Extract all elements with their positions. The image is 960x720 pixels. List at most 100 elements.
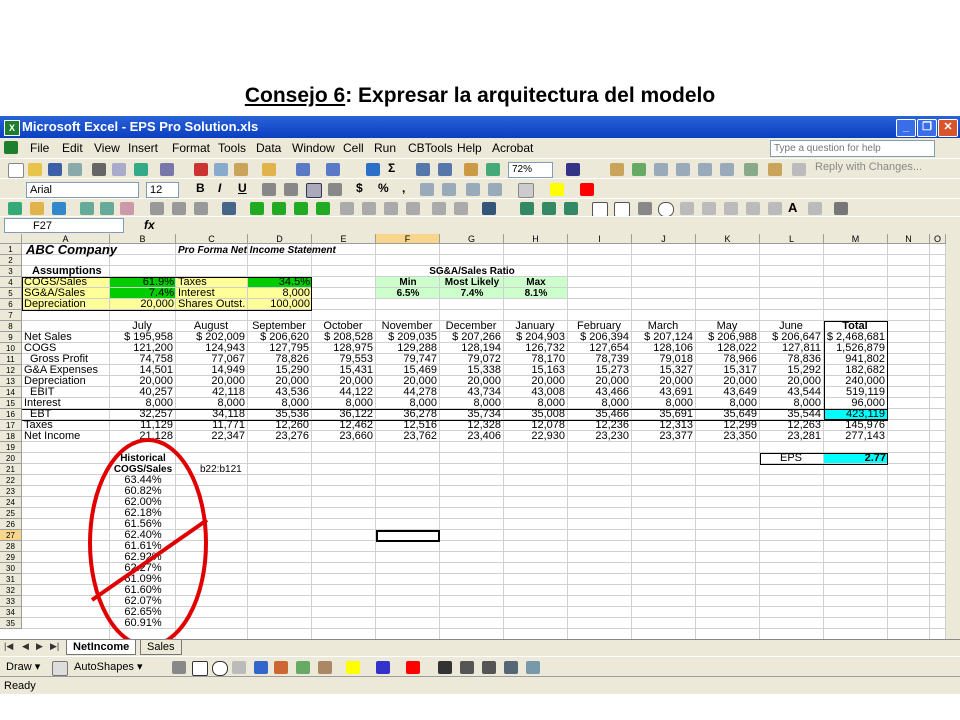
- menu-data[interactable]: Data: [256, 138, 281, 158]
- image-tool-icon[interactable]: [768, 202, 782, 215]
- toolbar-icon-2[interactable]: [632, 163, 646, 176]
- percent-button[interactable]: %: [378, 181, 389, 195]
- autosum-icon[interactable]: Σ: [388, 161, 395, 175]
- menu-cbtools[interactable]: CBTools: [408, 138, 453, 158]
- line-color-icon[interactable]: [376, 661, 390, 674]
- line-style-icon[interactable]: [438, 661, 452, 674]
- sheet-tool-icon-2[interactable]: [172, 202, 186, 215]
- run-icon[interactable]: [250, 202, 264, 215]
- label-tool-icon[interactable]: [614, 202, 630, 217]
- decrease-decimal-icon[interactable]: [442, 183, 456, 196]
- menu-view[interactable]: View: [94, 138, 120, 158]
- toolbar-icon-4[interactable]: [676, 163, 690, 176]
- chart-picture2-icon[interactable]: [100, 202, 114, 215]
- spelling-icon[interactable]: [134, 163, 148, 176]
- undo-icon[interactable]: [296, 163, 310, 176]
- autoshapes-menu[interactable]: AutoShapes ▾: [74, 657, 143, 677]
- vertical-scrollbar[interactable]: [946, 234, 960, 639]
- bold-button[interactable]: B: [196, 181, 205, 195]
- insert-function-icon[interactable]: fx: [144, 218, 155, 232]
- 3d-icon[interactable]: [526, 661, 540, 674]
- step-back-icon[interactable]: [316, 202, 330, 215]
- excel-icon[interactable]: X: [4, 120, 20, 136]
- chart-wizard-icon[interactable]: [464, 163, 478, 176]
- chart-area-icon[interactable]: [8, 202, 22, 215]
- permission-icon[interactable]: [68, 163, 82, 176]
- sim-tool-icon-6[interactable]: [454, 202, 468, 215]
- drawing-icon[interactable]: [486, 163, 500, 176]
- open-icon[interactable]: [28, 163, 42, 176]
- toolbar-icon-7[interactable]: [744, 163, 758, 176]
- redo-icon[interactable]: [326, 163, 340, 176]
- comma-button[interactable]: ,: [402, 181, 405, 195]
- menu-format[interactable]: Format: [172, 138, 210, 158]
- sort-ascending-icon[interactable]: [416, 163, 430, 176]
- sim-tool-icon-1[interactable]: [340, 202, 354, 215]
- paste-icon[interactable]: [234, 163, 248, 176]
- new-icon[interactable]: [8, 163, 24, 178]
- oval-icon[interactable]: [212, 661, 228, 676]
- toolbar-icon-6[interactable]: [720, 163, 734, 176]
- chart-bars-icon[interactable]: [52, 202, 66, 215]
- font-color-icon[interactable]: [580, 183, 594, 196]
- menu-edit[interactable]: Edit: [62, 138, 83, 158]
- frame-tool-icon[interactable]: [808, 202, 822, 215]
- minimize-button[interactable]: _: [896, 119, 916, 137]
- checkbox-tool-icon[interactable]: [592, 202, 608, 217]
- help-icon[interactable]: [566, 163, 580, 176]
- italic-button[interactable]: I: [218, 181, 221, 195]
- help-search-input[interactable]: Type a question for help: [770, 140, 935, 157]
- arrow-style-icon[interactable]: [482, 661, 496, 674]
- menu-tools[interactable]: Tools: [218, 138, 246, 158]
- step-forward-icon[interactable]: [272, 202, 286, 215]
- clipart-icon[interactable]: [296, 661, 310, 674]
- print-preview-icon[interactable]: [112, 163, 126, 176]
- form-tool-icon-3[interactable]: [564, 202, 578, 215]
- line-icon[interactable]: [172, 661, 186, 674]
- underline-button[interactable]: U: [238, 181, 247, 195]
- sheet-tool-icon-3[interactable]: [194, 202, 208, 215]
- research-icon[interactable]: [160, 163, 174, 176]
- textbox-icon[interactable]: [232, 661, 246, 674]
- sheet-tool-icon-4[interactable]: [222, 202, 236, 215]
- save-icon[interactable]: [48, 163, 62, 176]
- draw-menu[interactable]: Draw ▾: [6, 657, 40, 677]
- decrease-indent-icon[interactable]: [466, 183, 480, 196]
- cut-icon[interactable]: [194, 163, 208, 176]
- reply-with-changes-button[interactable]: Reply with Changes...: [815, 161, 922, 173]
- sim-tool-icon-3[interactable]: [384, 202, 398, 215]
- toolbar-icon-9[interactable]: [792, 163, 806, 176]
- copy-icon[interactable]: [214, 163, 228, 176]
- chart-picture-icon[interactable]: [80, 202, 94, 215]
- tab-sales[interactable]: Sales: [140, 640, 182, 655]
- sim-tool-icon-4[interactable]: [406, 202, 420, 215]
- workbook-icon[interactable]: [4, 141, 18, 154]
- sim-tool-icon-2[interactable]: [362, 202, 376, 215]
- form-tool-icon-1[interactable]: [520, 202, 534, 215]
- menu-insert[interactable]: Insert: [128, 138, 158, 158]
- tab-netincome[interactable]: NetIncome: [66, 640, 137, 655]
- spinner-tool-icon[interactable]: [746, 202, 760, 215]
- name-box[interactable]: F27: [4, 218, 124, 233]
- form-tool-icon-2[interactable]: [542, 202, 556, 215]
- diagram-icon[interactable]: [274, 661, 288, 674]
- picture-icon[interactable]: [318, 661, 332, 674]
- last-sheet-arrow-icon[interactable]: ▶|: [50, 641, 59, 652]
- select-objects-icon[interactable]: [52, 661, 68, 676]
- menu-window[interactable]: Window: [292, 138, 335, 158]
- sheet-tool-icon-1[interactable]: [150, 202, 164, 215]
- properties-tool-icon[interactable]: [834, 202, 848, 215]
- prev-sheet-arrow-icon[interactable]: ◀: [22, 641, 29, 652]
- toolbar-icon-3[interactable]: [654, 163, 668, 176]
- font-select[interactable]: Arial: [26, 182, 139, 198]
- menu-help[interactable]: Help: [457, 138, 482, 158]
- dash-style-icon[interactable]: [460, 661, 474, 674]
- sort-descending-icon[interactable]: [438, 163, 452, 176]
- draw-font-color-icon[interactable]: [406, 661, 420, 674]
- close-button[interactable]: ✕: [938, 119, 958, 137]
- rewind-icon[interactable]: [294, 202, 308, 215]
- toolbar-icon-1[interactable]: [610, 163, 624, 176]
- next-sheet-arrow-icon[interactable]: ▶: [36, 641, 43, 652]
- draw-fill-color-icon[interactable]: [346, 661, 360, 674]
- hyperlink-icon[interactable]: [366, 163, 380, 176]
